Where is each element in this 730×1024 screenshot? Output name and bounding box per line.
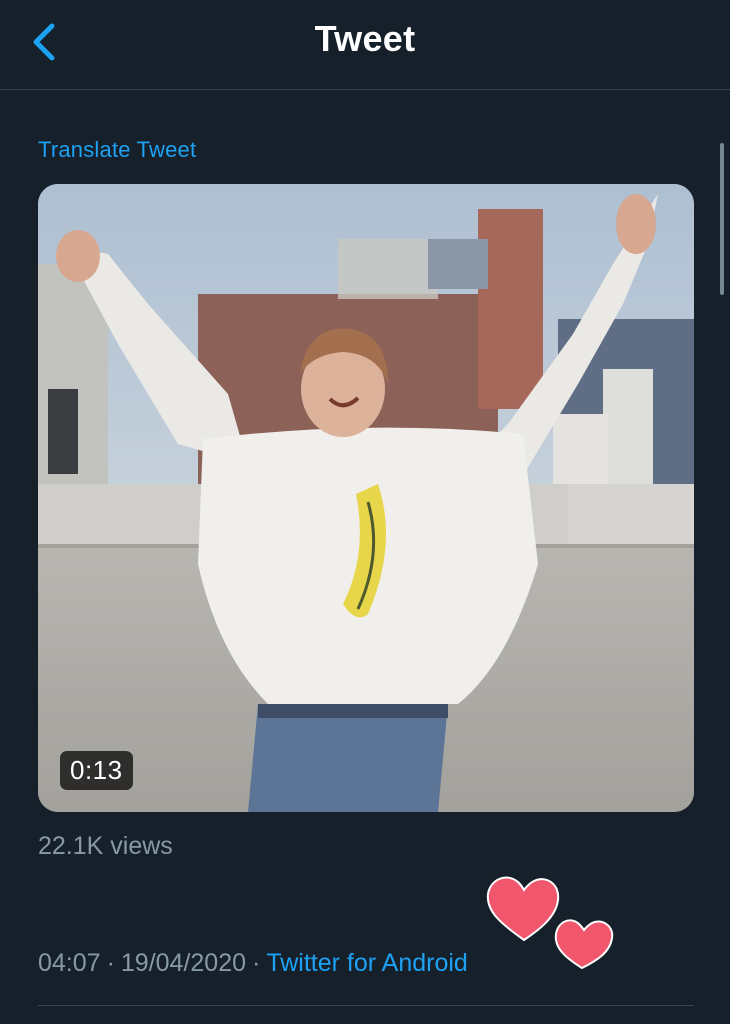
tweet-detail-screen: Tweet Translate Tweet 0:13 22.1K views 0… bbox=[0, 0, 730, 1024]
heart-icon bbox=[554, 919, 614, 970]
video-thumbnail bbox=[38, 184, 694, 812]
tweet-meta: 04:07 · 19/04/2020 · Twitter for Android bbox=[38, 949, 468, 978]
top-bar: Tweet bbox=[0, 0, 730, 90]
tweet-source-link[interactable]: Twitter for Android bbox=[266, 949, 467, 977]
divider bbox=[38, 1005, 694, 1006]
hearts-sticker bbox=[486, 876, 614, 970]
tweet-time: 04:07 bbox=[38, 949, 101, 977]
scrollbar[interactable] bbox=[720, 143, 724, 295]
video-player[interactable]: 0:13 bbox=[38, 184, 694, 812]
tweet-date: 19/04/2020 bbox=[120, 949, 247, 977]
views-count: 22.1K views bbox=[38, 832, 173, 861]
views-number: 22.1K bbox=[38, 832, 104, 860]
views-label: views bbox=[110, 832, 173, 860]
translate-tweet-link[interactable]: Translate Tweet bbox=[38, 137, 196, 163]
page-title: Tweet bbox=[314, 18, 416, 59]
video-duration-badge: 0:13 bbox=[60, 751, 133, 790]
meta-separator: · bbox=[106, 949, 115, 977]
heart-icon bbox=[486, 876, 560, 942]
meta-separator: · bbox=[252, 949, 261, 977]
